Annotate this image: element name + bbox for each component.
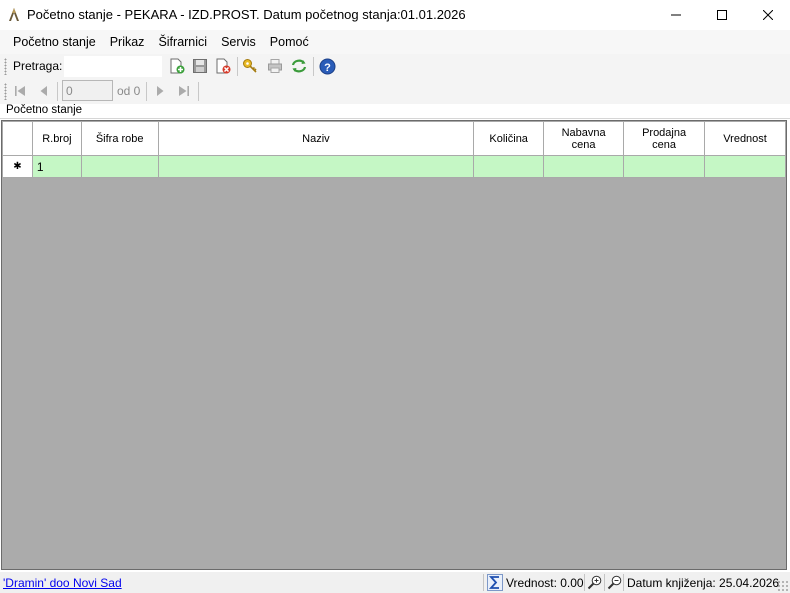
- new-button[interactable]: [168, 57, 186, 75]
- cell-naziv[interactable]: [157, 155, 475, 178]
- menu-sifrarnici[interactable]: Šifrarnici: [151, 30, 214, 54]
- search-label: Pretraga:: [13, 59, 63, 73]
- save-button[interactable]: [191, 57, 209, 75]
- title-bar: Početno stanje - PEKARA - IZD.PROST. Dat…: [0, 0, 790, 30]
- cell-kolicina[interactable]: [473, 155, 545, 178]
- items-grid[interactable]: R.broj Šifra robe Naziv Količina Nabavna…: [1, 120, 787, 570]
- cell-nabavna-cena[interactable]: [543, 155, 625, 178]
- column-header-naziv[interactable]: Naziv: [157, 121, 475, 156]
- refresh-icon: [291, 59, 307, 73]
- close-icon: [763, 10, 773, 20]
- navigator-separator: [57, 82, 58, 101]
- new-row-marker[interactable]: ✱: [2, 155, 33, 178]
- print-icon: [268, 59, 282, 73]
- menu-bar: Početno stanje Prikaz Šifrarnici Servis …: [0, 30, 790, 54]
- delete-document-icon: [216, 58, 231, 74]
- print-button[interactable]: [266, 57, 284, 75]
- svg-text:?: ?: [324, 61, 331, 73]
- delete-button[interactable]: [214, 57, 232, 75]
- section-divider: [0, 118, 790, 119]
- first-record-icon: [15, 86, 25, 96]
- first-record-button[interactable]: [12, 83, 28, 99]
- new-document-icon: [170, 58, 185, 74]
- zoom-out-icon[interactable]: [607, 574, 623, 590]
- toolbar-grip[interactable]: [4, 58, 7, 75]
- toolbar-separator: [237, 57, 238, 76]
- minimize-icon: [671, 14, 681, 16]
- maximize-icon: [717, 10, 727, 20]
- record-position-input[interactable]: [62, 80, 113, 101]
- toolbar-separator: [313, 57, 314, 76]
- key-button[interactable]: [241, 57, 259, 75]
- help-button[interactable]: ?: [318, 57, 336, 75]
- menu-prikaz[interactable]: Prikaz: [103, 30, 152, 54]
- last-record-icon: [179, 86, 189, 96]
- cell-rbroj[interactable]: 1: [31, 155, 82, 178]
- column-header-nabavna-cena[interactable]: Nabavna cena: [543, 121, 625, 156]
- help-icon: ?: [319, 58, 335, 74]
- column-header-sifra-robe[interactable]: Šifra robe: [80, 121, 159, 156]
- next-record-button[interactable]: [152, 83, 168, 99]
- items-table: R.broj Šifra robe Naziv Količina Nabavna…: [2, 121, 786, 178]
- toolbar-grip[interactable]: [4, 83, 7, 100]
- previous-record-icon: [40, 86, 47, 96]
- resize-grip[interactable]: [777, 580, 788, 591]
- table-row[interactable]: ✱ 1: [2, 155, 786, 178]
- cell-vrednost[interactable]: [704, 155, 786, 178]
- record-navigator: od 0: [0, 79, 790, 104]
- key-icon: [243, 59, 257, 73]
- previous-record-button[interactable]: [36, 83, 52, 99]
- refresh-button[interactable]: [290, 57, 308, 75]
- column-header-kolicina[interactable]: Količina: [473, 121, 545, 156]
- menu-servis[interactable]: Servis: [214, 30, 263, 54]
- company-link[interactable]: 'Dramin' doo Novi Sad: [3, 576, 122, 590]
- status-separator: [483, 574, 484, 591]
- last-record-button[interactable]: [176, 83, 192, 99]
- status-separator: [623, 574, 624, 591]
- close-button[interactable]: [745, 0, 790, 30]
- table-header-row: R.broj Šifra robe Naziv Količina Nabavna…: [2, 121, 786, 156]
- search-input[interactable]: [64, 56, 162, 77]
- cell-prodajna-cena[interactable]: [623, 155, 706, 178]
- window-title: Početno stanje - PEKARA - IZD.PROST. Dat…: [27, 7, 466, 22]
- menu-pomoc[interactable]: Pomoć: [263, 30, 316, 54]
- navigator-separator: [146, 82, 147, 101]
- navigator-separator: [198, 82, 199, 101]
- zoom-in-icon[interactable]: [587, 574, 603, 590]
- next-record-icon: [157, 86, 164, 96]
- record-count-label: od 0: [117, 84, 141, 98]
- status-separator: [584, 574, 585, 591]
- posting-date-label: Datum knjiženja: 25.04.2026: [627, 576, 780, 590]
- status-separator: [604, 574, 605, 591]
- section-title: Početno stanje: [6, 104, 83, 116]
- sum-icon: [487, 574, 503, 591]
- total-value-label: Vrednost: 0.00: [506, 576, 584, 590]
- column-header-prodajna-cena[interactable]: Prodajna cena: [623, 121, 706, 156]
- app-icon: [9, 8, 19, 21]
- menu-pocetno-stanje[interactable]: Početno stanje: [6, 30, 103, 54]
- minimize-button[interactable]: [653, 0, 699, 30]
- status-bar: 'Dramin' doo Novi Sad Vrednost: 0.00 Dat…: [0, 572, 790, 593]
- column-header-rbroj[interactable]: R.broj: [31, 121, 82, 156]
- main-toolbar: Pretraga: ?: [0, 54, 790, 79]
- save-icon: [193, 59, 207, 73]
- row-header-corner: [2, 121, 33, 156]
- cell-sifra-robe[interactable]: [80, 155, 159, 178]
- maximize-button[interactable]: [699, 0, 745, 30]
- column-header-vrednost[interactable]: Vrednost: [704, 121, 786, 156]
